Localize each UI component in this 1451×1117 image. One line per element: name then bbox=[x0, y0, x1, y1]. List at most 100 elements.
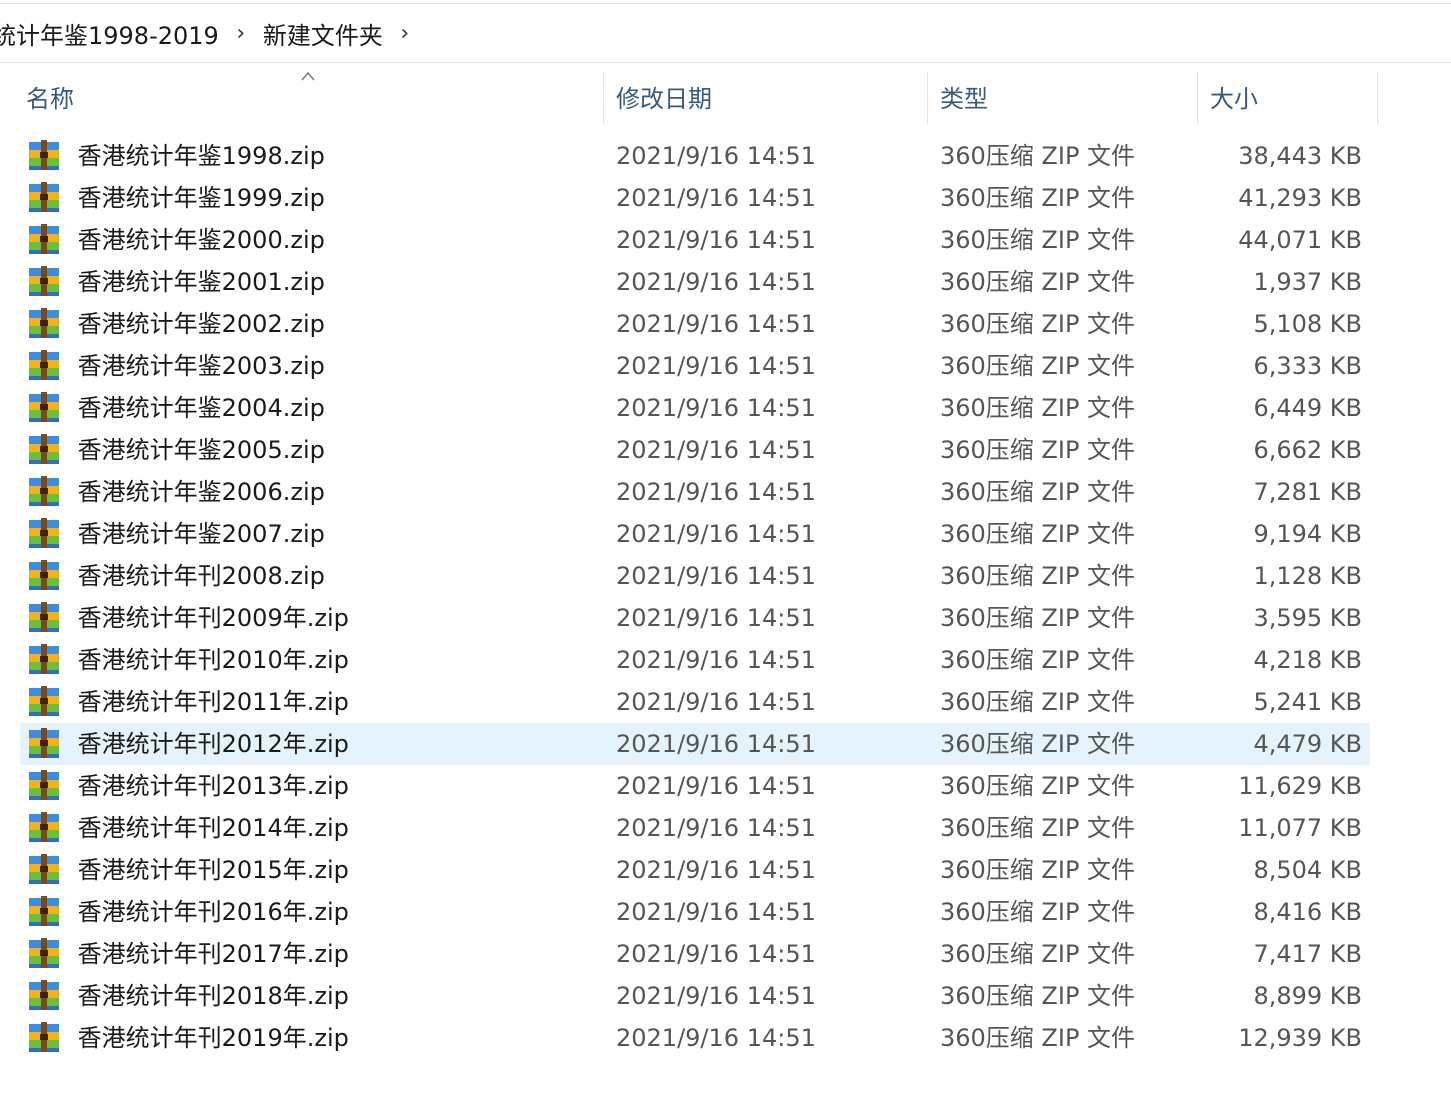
file-row[interactable]: 香港统计年鉴1999.zip 2021/9/16 14:51 360压缩 ZIP… bbox=[20, 177, 1370, 219]
file-modified: 2021/9/16 14:51 bbox=[616, 604, 816, 632]
zip-archive-icon bbox=[29, 602, 59, 632]
file-modified: 2021/9/16 14:51 bbox=[616, 520, 816, 548]
column-header-modified[interactable]: 修改日期 bbox=[604, 68, 926, 124]
file-name: 香港统计年刊2009年.zip bbox=[77, 604, 349, 632]
file-name-cell: 香港统计年刊2016年.zip bbox=[28, 891, 598, 933]
file-row[interactable]: 香港统计年刊2010年.zip 2021/9/16 14:51 360压缩 ZI… bbox=[20, 639, 1370, 681]
breadcrumb-item-parent[interactable]: 统计年鉴1998-2019 bbox=[0, 16, 221, 51]
file-name: 香港统计年刊2008.zip bbox=[77, 562, 325, 590]
file-size: 11,077 KB bbox=[1238, 814, 1362, 842]
file-row[interactable]: 香港统计年刊2015年.zip 2021/9/16 14:51 360压缩 ZI… bbox=[20, 849, 1370, 891]
zip-archive-icon bbox=[29, 308, 59, 338]
zip-archive-icon bbox=[29, 560, 59, 590]
file-row[interactable]: 香港统计年鉴2005.zip 2021/9/16 14:51 360压缩 ZIP… bbox=[20, 429, 1370, 471]
file-name-cell: 香港统计年刊2013年.zip bbox=[28, 765, 598, 807]
file-row[interactable]: 香港统计年刊2016年.zip 2021/9/16 14:51 360压缩 ZI… bbox=[20, 891, 1370, 933]
file-row[interactable]: 香港统计年刊2011年.zip 2021/9/16 14:51 360压缩 ZI… bbox=[20, 681, 1370, 723]
file-type: 360压缩 ZIP 文件 bbox=[940, 730, 1136, 758]
file-name-cell: 香港统计年刊2014年.zip bbox=[28, 807, 598, 849]
file-type: 360压缩 ZIP 文件 bbox=[940, 562, 1136, 590]
file-row[interactable]: 香港统计年鉴2003.zip 2021/9/16 14:51 360压缩 ZIP… bbox=[20, 345, 1370, 387]
file-name: 香港统计年刊2012年.zip bbox=[77, 730, 349, 758]
file-name-cell: 香港统计年鉴1998.zip bbox=[28, 135, 598, 177]
file-name: 香港统计年鉴2003.zip bbox=[77, 352, 325, 380]
zip-archive-icon bbox=[29, 1022, 59, 1052]
file-row[interactable]: 香港统计年鉴1998.zip 2021/9/16 14:51 360压缩 ZIP… bbox=[20, 135, 1370, 177]
file-row[interactable]: 香港统计年刊2017年.zip 2021/9/16 14:51 360压缩 ZI… bbox=[20, 933, 1370, 975]
file-size: 3,595 KB bbox=[1253, 604, 1362, 632]
file-modified: 2021/9/16 14:51 bbox=[616, 184, 816, 212]
file-name-cell: 香港统计年刊2018年.zip bbox=[28, 975, 598, 1017]
file-type: 360压缩 ZIP 文件 bbox=[940, 436, 1136, 464]
column-header-type[interactable]: 类型 bbox=[928, 68, 1196, 124]
file-name: 香港统计年刊2016年.zip bbox=[77, 898, 349, 926]
file-name: 香港统计年刊2011年.zip bbox=[77, 688, 349, 716]
file-size: 4,479 KB bbox=[1253, 730, 1362, 758]
file-name: 香港统计年刊2019年.zip bbox=[77, 1024, 349, 1052]
file-row[interactable]: 香港统计年刊2018年.zip 2021/9/16 14:51 360压缩 ZI… bbox=[20, 975, 1370, 1017]
file-size: 6,449 KB bbox=[1253, 394, 1362, 422]
file-name-cell: 香港统计年刊2017年.zip bbox=[28, 933, 598, 975]
file-row[interactable]: 香港统计年鉴2002.zip 2021/9/16 14:51 360压缩 ZIP… bbox=[20, 303, 1370, 345]
file-row[interactable]: 香港统计年鉴2006.zip 2021/9/16 14:51 360压缩 ZIP… bbox=[20, 471, 1370, 513]
file-name-cell: 香港统计年鉴1999.zip bbox=[28, 177, 598, 219]
file-size: 8,416 KB bbox=[1253, 898, 1362, 926]
breadcrumb-item-current[interactable]: 新建文件夹 bbox=[261, 16, 385, 51]
file-size: 44,071 KB bbox=[1238, 226, 1362, 254]
file-modified: 2021/9/16 14:51 bbox=[616, 352, 816, 380]
file-modified: 2021/9/16 14:51 bbox=[616, 394, 816, 422]
file-type: 360压缩 ZIP 文件 bbox=[940, 982, 1136, 1010]
zip-archive-icon bbox=[29, 224, 59, 254]
file-name-cell: 香港统计年鉴2006.zip bbox=[28, 471, 598, 513]
column-header-modified-label: 修改日期 bbox=[616, 84, 712, 113]
file-row[interactable]: 香港统计年刊2013年.zip 2021/9/16 14:51 360压缩 ZI… bbox=[20, 765, 1370, 807]
file-name-cell: 香港统计年鉴2005.zip bbox=[28, 429, 598, 471]
chevron-right-icon[interactable]: › bbox=[385, 21, 425, 46]
chevron-right-icon[interactable]: › bbox=[221, 21, 261, 46]
sort-ascending-icon bbox=[301, 71, 315, 81]
file-modified: 2021/9/16 14:51 bbox=[616, 898, 816, 926]
column-divider[interactable] bbox=[1377, 72, 1378, 124]
file-size: 6,662 KB bbox=[1253, 436, 1362, 464]
file-row[interactable]: 香港统计年鉴2004.zip 2021/9/16 14:51 360压缩 ZIP… bbox=[20, 387, 1370, 429]
file-row[interactable]: 香港统计年刊2009年.zip 2021/9/16 14:51 360压缩 ZI… bbox=[20, 597, 1370, 639]
column-header-size-label: 大小 bbox=[1210, 84, 1258, 113]
file-type: 360压缩 ZIP 文件 bbox=[940, 352, 1136, 380]
file-name: 香港统计年鉴1998.zip bbox=[77, 142, 325, 170]
file-row[interactable]: 香港统计年鉴2001.zip 2021/9/16 14:51 360压缩 ZIP… bbox=[20, 261, 1370, 303]
file-type: 360压缩 ZIP 文件 bbox=[940, 520, 1136, 548]
breadcrumb: 统计年鉴1998-2019 › 新建文件夹 › bbox=[0, 4, 1451, 63]
file-name-cell: 香港统计年刊2012年.zip bbox=[28, 723, 598, 765]
file-size: 1,937 KB bbox=[1253, 268, 1362, 296]
file-name: 香港统计年鉴2005.zip bbox=[77, 436, 325, 464]
file-row[interactable]: 香港统计年刊2012年.zip 2021/9/16 14:51 360压缩 ZI… bbox=[20, 723, 1370, 765]
file-modified: 2021/9/16 14:51 bbox=[616, 268, 816, 296]
zip-archive-icon bbox=[29, 476, 59, 506]
file-name: 香港统计年鉴2001.zip bbox=[77, 268, 325, 296]
file-row[interactable]: 香港统计年鉴2000.zip 2021/9/16 14:51 360压缩 ZIP… bbox=[20, 219, 1370, 261]
file-size: 8,899 KB bbox=[1253, 982, 1362, 1010]
file-type: 360压缩 ZIP 文件 bbox=[940, 772, 1136, 800]
file-explorer-window: 统计年鉴1998-2019 › 新建文件夹 › 名称 修改日期 类型 大小 香港… bbox=[0, 0, 1451, 1117]
column-header: 名称 修改日期 类型 大小 bbox=[0, 68, 1451, 124]
column-header-size[interactable]: 大小 bbox=[1198, 68, 1376, 124]
zip-archive-icon bbox=[29, 980, 59, 1010]
file-type: 360压缩 ZIP 文件 bbox=[940, 646, 1136, 674]
file-modified: 2021/9/16 14:51 bbox=[616, 142, 816, 170]
zip-archive-icon bbox=[29, 644, 59, 674]
file-size: 41,293 KB bbox=[1238, 184, 1362, 212]
file-row[interactable]: 香港统计年刊2008.zip 2021/9/16 14:51 360压缩 ZIP… bbox=[20, 555, 1370, 597]
zip-archive-icon bbox=[29, 854, 59, 884]
file-type: 360压缩 ZIP 文件 bbox=[940, 604, 1136, 632]
zip-archive-icon bbox=[29, 182, 59, 212]
file-size: 12,939 KB bbox=[1238, 1024, 1362, 1052]
file-row[interactable]: 香港统计年鉴2007.zip 2021/9/16 14:51 360压缩 ZIP… bbox=[20, 513, 1370, 555]
file-name: 香港统计年鉴2007.zip bbox=[77, 520, 325, 548]
file-modified: 2021/9/16 14:51 bbox=[616, 310, 816, 338]
file-row[interactable]: 香港统计年刊2014年.zip 2021/9/16 14:51 360压缩 ZI… bbox=[20, 807, 1370, 849]
file-modified: 2021/9/16 14:51 bbox=[616, 940, 816, 968]
file-row[interactable]: 香港统计年刊2019年.zip 2021/9/16 14:51 360压缩 ZI… bbox=[20, 1017, 1370, 1059]
file-modified: 2021/9/16 14:51 bbox=[616, 982, 816, 1010]
file-name: 香港统计年刊2013年.zip bbox=[77, 772, 349, 800]
zip-archive-icon bbox=[29, 686, 59, 716]
